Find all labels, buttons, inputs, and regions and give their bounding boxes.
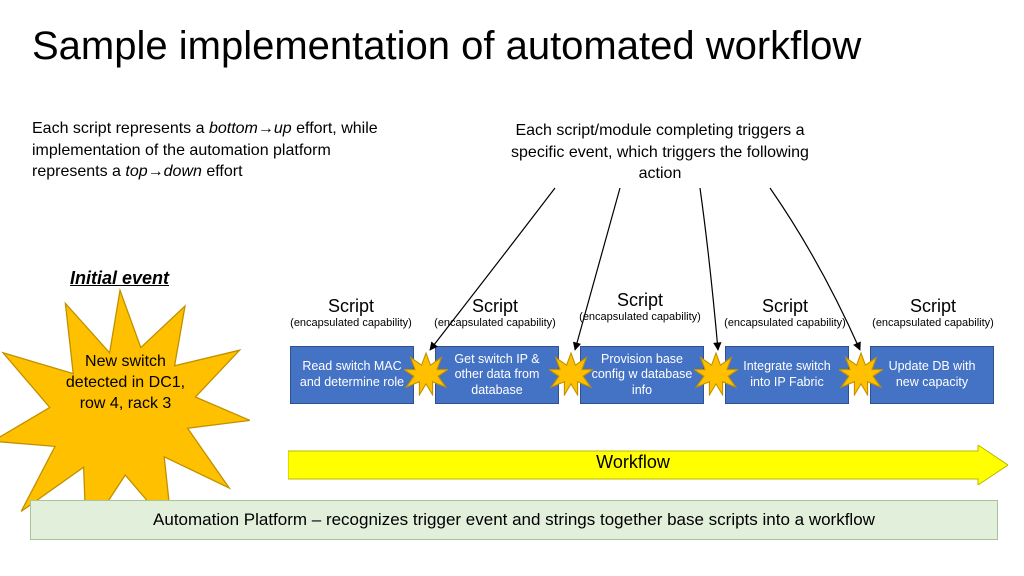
- script-heading: Script: [286, 296, 416, 317]
- script-sub: (encapsulated capability): [286, 317, 416, 329]
- script-label-3: Script (encapsulated capability): [575, 290, 705, 323]
- intro-arrow-1: →: [258, 120, 274, 137]
- page-title: Sample implementation of automated workf…: [32, 24, 861, 69]
- intro-bottom: bottom: [209, 120, 258, 137]
- intro-down: down: [164, 163, 202, 180]
- intro-seg-3: effort: [202, 163, 243, 180]
- script-box-1: Read switch MAC and determine role: [290, 346, 414, 404]
- intro-seg-1: Each script represents a: [32, 120, 209, 137]
- script-sub: (encapsulated capability): [430, 317, 560, 329]
- slide: Sample implementation of automated workf…: [0, 0, 1024, 576]
- intro-top: top: [125, 163, 147, 180]
- trigger-burst-1: [404, 352, 448, 396]
- script-heading: Script: [868, 296, 998, 317]
- script-label-1: Script (encapsulated capability): [286, 296, 416, 329]
- callout-text: Each script/module completing triggers a…: [510, 120, 810, 185]
- script-sub: (encapsulated capability): [868, 317, 998, 329]
- intro-paragraph: Each script represents a bottom→up effor…: [32, 118, 392, 183]
- intro-up: up: [274, 120, 292, 137]
- script-label-2: Script (encapsulated capability): [430, 296, 560, 329]
- script-box-3: Provision base config w database info: [580, 346, 704, 404]
- script-box-4: Integrate switch into IP Fabric: [725, 346, 849, 404]
- automation-platform-bar: Automation Platform – recognizes trigger…: [30, 500, 998, 540]
- script-heading: Script: [430, 296, 560, 317]
- trigger-burst-3: [694, 352, 738, 396]
- trigger-burst-2: [549, 352, 593, 396]
- script-box-2: Get switch IP & other data from database: [435, 346, 559, 404]
- script-label-4: Script (encapsulated capability): [720, 296, 850, 329]
- script-label-5: Script (encapsulated capability): [868, 296, 998, 329]
- script-sub: (encapsulated capability): [575, 311, 705, 323]
- intro-arrow-2: →: [148, 163, 164, 180]
- script-box-5: Update DB with new capacity: [870, 346, 994, 404]
- script-sub: (encapsulated capability): [720, 317, 850, 329]
- script-heading: Script: [720, 296, 850, 317]
- script-heading: Script: [575, 290, 705, 311]
- starburst-text: New switch detected in DC1, row 4, rack …: [58, 352, 193, 414]
- workflow-label: Workflow: [288, 452, 978, 473]
- trigger-burst-4: [839, 352, 883, 396]
